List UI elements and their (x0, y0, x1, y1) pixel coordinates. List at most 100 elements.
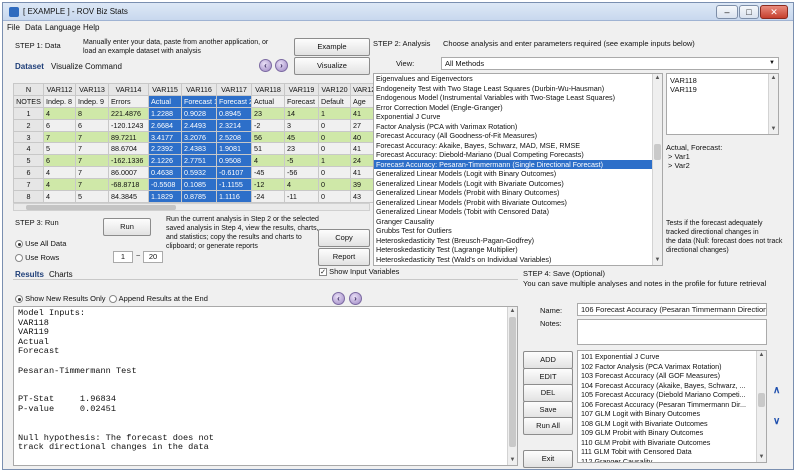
use-rows-option[interactable]: Use Rows (15, 253, 59, 263)
saved-scroll-down-icon[interactable]: ▼ (757, 453, 766, 462)
method-item[interactable]: Factor Analysis (PCA with Varimax Rotati… (374, 122, 652, 132)
table-row-cell[interactable]: -24 (251, 190, 285, 203)
table-row-cell[interactable]: 0 (318, 142, 351, 156)
methods-list[interactable]: Eigenvalues and Eigenvectors Endogeneity … (373, 73, 663, 266)
table-row-cell[interactable]: 0 (318, 190, 351, 203)
table-row-cell[interactable]: 1 (13, 106, 44, 120)
table-row-cell[interactable]: 89.7211 (108, 130, 149, 144)
results-panel[interactable]: Model Inputs: VAR118 VAR119 Actual Forec… (13, 306, 518, 466)
saved-analysis-item[interactable]: 108 GLM Logit with Bivariate Outcomes (579, 419, 757, 429)
table-row-cell[interactable]: 0 (318, 130, 351, 144)
add-button[interactable]: ADD (523, 351, 573, 369)
table-row-cell[interactable]: 23 (251, 106, 285, 120)
data-grid[interactable]: N VAR112 VAR113 VAR114 VAR115 VAR116 VAR117 VAR… (13, 83, 381, 203)
method-item[interactable]: Forecast Accuracy: Pesaran-Timmermann (S… (374, 159, 652, 169)
input-vars-vscrollbar[interactable]: ▲ ▼ (768, 74, 778, 134)
method-item[interactable]: Grubbs Test for Outliers (374, 226, 652, 236)
table-row-cell[interactable]: 7 (75, 130, 109, 144)
run-button[interactable]: Run (103, 218, 151, 236)
method-item[interactable]: Generalized Linear Models (Logit with Bi… (374, 179, 652, 189)
table-row-cell[interactable]: 4 (43, 190, 76, 203)
tab-results[interactable]: Results (15, 270, 44, 279)
saved-scroll-up-icon[interactable]: ▲ (757, 351, 766, 360)
table-row-cell[interactable]: 6 (13, 166, 44, 180)
minimize-button[interactable]: – (716, 5, 738, 19)
table-row-cell[interactable]: 4 (13, 142, 44, 156)
table-row-cell[interactable]: 1 (318, 106, 351, 120)
menu-file[interactable]: File (7, 23, 20, 32)
menu-language[interactable]: Language (45, 23, 81, 32)
table-row-cell[interactable]: 0.5932 (181, 166, 217, 180)
table-row-cell[interactable]: 4 (43, 166, 76, 180)
table-row-cell[interactable]: 4 (43, 106, 76, 120)
table-row-cell[interactable]: -56 (284, 166, 319, 180)
table-row-cell[interactable]: 14 (284, 106, 319, 120)
table-row-cell[interactable]: 8 (75, 106, 109, 120)
table-row-cell[interactable]: 2.6684 (148, 118, 182, 132)
table-row-cell[interactable]: 221.4876 (108, 106, 149, 120)
saved-analyses-list[interactable]: 101 Exponential J Curve 102 Factor Analys… (577, 350, 767, 463)
append-radio[interactable] (109, 295, 117, 304)
name-input[interactable]: 106 Forecast Accuracy (Pesaran Timmerman… (577, 303, 767, 316)
table-row-cell[interactable]: 0.8945 (216, 106, 252, 120)
table-row-cell[interactable]: 0.1085 (181, 178, 217, 192)
saved-analysis-item[interactable]: 106 Forecast Accuracy (Pesaran Timmerman… (579, 400, 757, 410)
scroll-up-icon[interactable]: ▲ (508, 307, 517, 316)
table-row-cell[interactable]: -45 (251, 166, 285, 180)
method-item[interactable]: Forecast Accuracy: Akaike, Bayes, Schwar… (374, 141, 652, 151)
table-row-cell[interactable]: 7 (75, 154, 109, 168)
method-item[interactable]: Exponential J Curve (374, 112, 652, 122)
grid-header-row-cell[interactable]: VAR113 (75, 83, 109, 96)
saved-scroll-thumb[interactable] (758, 393, 765, 407)
table-row-cell[interactable]: 5 (75, 190, 109, 203)
maximize-button[interactable]: □ (739, 5, 759, 19)
table-row-cell[interactable]: 1.2288 (148, 106, 182, 120)
visualize-button[interactable]: Visualize (294, 57, 370, 75)
table-row-cell[interactable]: 8 (13, 190, 44, 203)
saved-analysis-item[interactable]: 109 GLM Probit with Binary Outcomes (579, 428, 757, 438)
use-all-data-option[interactable]: Use All Data (15, 239, 66, 249)
table-row-cell[interactable]: 84.3845 (108, 190, 149, 203)
method-item[interactable]: Generalized Linear Models (Probit with B… (374, 198, 652, 208)
table-row-cell[interactable]: 3.4177 (148, 130, 182, 144)
table-row-cell[interactable]: 7 (43, 130, 76, 144)
table-row-cell[interactable]: 0 (318, 178, 351, 192)
table-row-cell[interactable]: 5 (13, 154, 44, 168)
saved-analysis-item[interactable]: 104 Forecast Accuracy (Akaike, Bayes, Sc… (579, 381, 757, 391)
grid-header-row-cell[interactable]: VAR119 (284, 83, 319, 96)
move-down-arrow-icon[interactable]: ∨ (773, 416, 780, 427)
grid-header-row-cell[interactable]: VAR118 (251, 83, 285, 96)
method-item[interactable]: Error Correction Model (Engle-Granger) (374, 103, 652, 113)
table-row-cell[interactable]: 6 (43, 118, 76, 132)
grid-notes-row-cell[interactable]: Forecast 2 (216, 94, 252, 108)
method-item[interactable]: Endogeneity Test with Two Stage Least Sq… (374, 84, 652, 94)
tab-charts[interactable]: Charts (49, 270, 73, 279)
table-row-cell[interactable]: 45 (284, 130, 319, 144)
saved-analysis-item[interactable]: 101 Exponential J Curve (579, 352, 757, 362)
grid-notes-row-cell[interactable]: Forecast 1 (181, 94, 217, 108)
table-row-cell[interactable]: 4 (251, 154, 285, 168)
use-rows-radio[interactable] (15, 254, 23, 263)
saved-analysis-item[interactable]: 111 GLM Tobit with Censored Data (579, 447, 757, 457)
saved-analysis-item[interactable]: 112 Granger Causality (579, 457, 757, 463)
table-row-cell[interactable]: 51 (251, 142, 285, 156)
grid-notes-row-cell[interactable]: Actual (251, 94, 285, 108)
scroll-down-icon[interactable]: ▼ (508, 456, 517, 465)
table-row-cell[interactable]: 0.8785 (181, 190, 217, 203)
saved-analysis-item[interactable]: 107 GLM Logit with Binary Outcomes (579, 409, 757, 419)
grid-header-row-cell[interactable]: VAR117 (216, 83, 252, 96)
methods-scroll-thumb[interactable] (654, 144, 661, 160)
view-select[interactable]: All Methods ▼ (441, 57, 779, 70)
run-all-button[interactable]: Run All (523, 417, 573, 435)
move-up-arrow-icon[interactable]: ∧ (773, 385, 780, 396)
report-button[interactable]: Report (318, 248, 370, 266)
delete-button[interactable]: DEL (523, 384, 573, 402)
close-button[interactable]: ✕ (760, 5, 788, 19)
tab-visualize[interactable]: Visualize (51, 62, 83, 71)
input-variables-box[interactable]: VAR118 VAR119 ▲ ▼ (666, 73, 779, 135)
table-row-cell[interactable]: 3.2076 (181, 130, 217, 144)
row-to-input[interactable]: 20 (143, 251, 163, 263)
table-row-cell[interactable]: 2.1226 (148, 154, 182, 168)
table-row-cell[interactable]: 2.4493 (181, 118, 217, 132)
tab-command[interactable]: Command (85, 62, 122, 71)
